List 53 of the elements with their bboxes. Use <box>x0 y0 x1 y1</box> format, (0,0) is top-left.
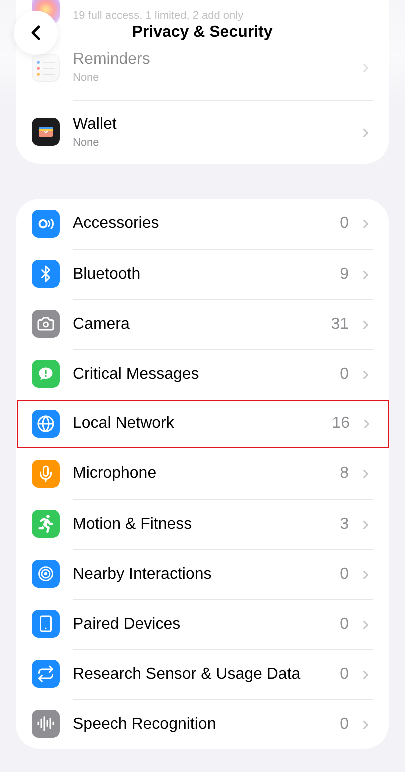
app-subtitle: 19 full access, 1 limited, 2 add only <box>73 8 244 24</box>
permission-row[interactable]: Speech Recognition 0 <box>16 699 389 749</box>
app-row[interactable]: Wallet None <box>16 100 389 164</box>
permission-name: Local Network <box>73 414 176 434</box>
message-alert-icon <box>32 360 60 388</box>
permission-row[interactable]: Critical Messages 0 <box>16 349 389 399</box>
camera-icon <box>32 310 60 338</box>
permission-name: Critical Messages <box>73 364 200 384</box>
app-count: 0 <box>340 664 349 684</box>
arrows-loop-icon <box>32 660 60 688</box>
app-count: 8 <box>340 464 349 484</box>
running-person-icon <box>32 510 60 538</box>
wallet-icon <box>32 118 60 146</box>
app-name: Reminders <box>73 50 152 70</box>
permission-row[interactable]: Bluetooth 9 <box>16 249 389 299</box>
permission-row[interactable]: Camera 31 <box>16 299 389 349</box>
bluetooth-icon <box>32 260 60 288</box>
app-count: 16 <box>332 414 350 434</box>
target-rings-icon <box>32 560 60 588</box>
permission-row[interactable]: Accessories 0 <box>16 199 389 249</box>
app-subtitle: None <box>73 136 100 150</box>
app-count: 9 <box>340 264 349 284</box>
globe-icon <box>32 410 60 438</box>
permission-name: Camera <box>73 314 131 334</box>
permission-name: Paired Devices <box>73 614 182 634</box>
permission-name: Accessories <box>73 214 160 234</box>
page-title: Privacy & Security <box>132 23 273 43</box>
permission-name: Speech Recognition <box>73 714 218 734</box>
permission-name: Motion & Fitness <box>73 514 194 534</box>
app-count: 0 <box>340 364 349 384</box>
permission-row[interactable]: Nearby Interactions 0 <box>16 549 389 599</box>
app-count: 0 <box>340 564 349 584</box>
app-count: 31 <box>331 314 349 334</box>
permission-row[interactable]: Paired Devices 0 <box>16 599 389 649</box>
permission-row[interactable]: Research Sensor & Usage Data 0 <box>16 649 389 699</box>
permission-name: Nearby Interactions <box>73 564 213 584</box>
permission-name: Research Sensor & Usage Data <box>73 664 302 684</box>
permission-row[interactable]: Local Network 16 <box>16 399 390 449</box>
permission-name: Bluetooth <box>73 264 142 284</box>
phone-icon <box>32 610 60 638</box>
app-count: 0 <box>340 714 349 734</box>
permission-name: Microphone <box>73 464 158 484</box>
app-count: 3 <box>340 514 349 534</box>
permission-row[interactable]: Motion & Fitness 3 <box>16 499 389 549</box>
accessory-icon <box>32 210 60 238</box>
app-count: 0 <box>340 214 349 234</box>
app-name: Wallet <box>73 114 118 134</box>
permission-row[interactable]: Microphone 8 <box>16 449 389 499</box>
sound-wave-icon <box>32 710 60 738</box>
list-icon <box>32 54 60 82</box>
app-count: 0 <box>340 614 349 634</box>
microphone-icon <box>32 460 60 488</box>
app-subtitle: None <box>73 71 100 86</box>
